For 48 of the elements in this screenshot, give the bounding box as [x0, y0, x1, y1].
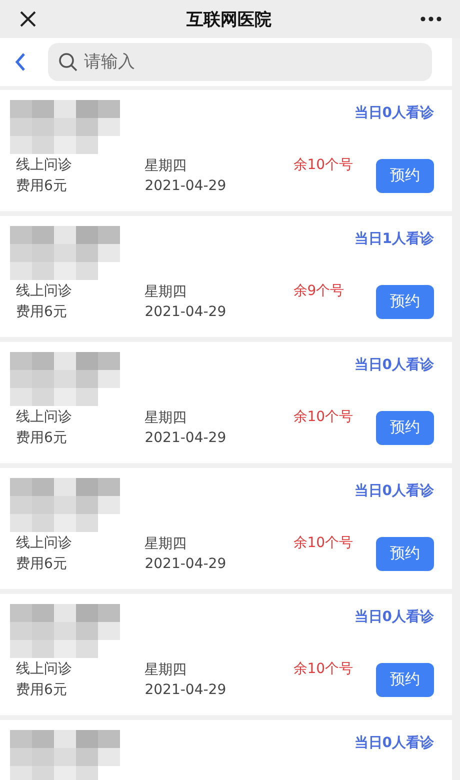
consult-type: 线上问诊	[16, 534, 73, 552]
date: 2021-04-29	[144, 430, 228, 446]
doctor-card[interactable]: 当日1人看诊 线上问诊 费用6元 星期四 2021-04-29 余9个号 预约	[0, 216, 452, 337]
consult-type: 线上问诊	[16, 408, 73, 426]
remaining-slots: 余10个号	[293, 156, 376, 174]
book-button[interactable]: 预约	[376, 536, 434, 570]
date: 2021-04-29	[144, 682, 228, 698]
remaining-slots: 余10个号	[293, 408, 376, 426]
today-count: 当日0人看诊	[354, 482, 434, 500]
fee: 费用6元	[16, 555, 68, 573]
search-field[interactable]: 请输入	[48, 43, 432, 81]
fee: 费用6元	[16, 303, 68, 321]
search-icon	[58, 52, 78, 72]
fee: 费用6元	[16, 177, 68, 195]
doctor-card[interactable]: 当日0人看诊 线上问诊 费用6元 星期四 2021-04-29 余10个号 预约	[0, 90, 452, 211]
today-count: 当日0人看诊	[354, 734, 434, 752]
date: 2021-04-29	[144, 304, 228, 320]
today-count: 当日0人看诊	[354, 608, 434, 626]
today-count: 当日0人看诊	[354, 356, 434, 374]
consult-type: 线上问诊	[16, 156, 73, 174]
window-title: 互联网医院	[186, 8, 272, 30]
weekday: 星期四	[144, 283, 188, 301]
book-button[interactable]: 预约	[376, 410, 434, 444]
weekday: 星期四	[144, 661, 188, 679]
weekday: 星期四	[144, 409, 188, 427]
back-icon[interactable]	[14, 52, 26, 72]
book-button[interactable]: 预约	[376, 662, 434, 696]
weekday: 星期四	[144, 157, 188, 175]
fee: 费用6元	[16, 681, 68, 699]
remaining-slots: 余10个号	[293, 534, 376, 552]
doctor-card[interactable]: 当日0人看诊 线上问诊 费用6元 星期四 2021-04-29 余10个号 预约	[0, 594, 452, 715]
doctor-card[interactable]: 当日0人看诊 线上问诊 费用6元 星期四 2021-04-29 余10个号 预约	[0, 468, 452, 589]
weekday: 星期四	[144, 535, 188, 553]
close-icon[interactable]	[18, 9, 38, 29]
consult-type: 线上问诊	[16, 660, 73, 678]
remaining-slots: 余9个号	[293, 282, 376, 300]
doctor-card[interactable]: 当日0人看诊 线上问诊 费用6元 星期四 2021-04-29 余10个号 预约	[0, 342, 452, 463]
today-count: 当日1人看诊	[354, 230, 434, 248]
doctor-card[interactable]: 当日0人看诊	[0, 720, 452, 780]
date: 2021-04-29	[144, 556, 228, 572]
consult-type: 线上问诊	[16, 282, 73, 300]
more-icon[interactable]	[420, 16, 442, 22]
today-count: 当日0人看诊	[354, 104, 434, 122]
book-button[interactable]: 预约	[376, 158, 434, 192]
book-button[interactable]: 预约	[376, 284, 434, 318]
fee: 费用6元	[16, 429, 68, 447]
remaining-slots: 余10个号	[293, 660, 376, 678]
date: 2021-04-29	[144, 178, 228, 194]
